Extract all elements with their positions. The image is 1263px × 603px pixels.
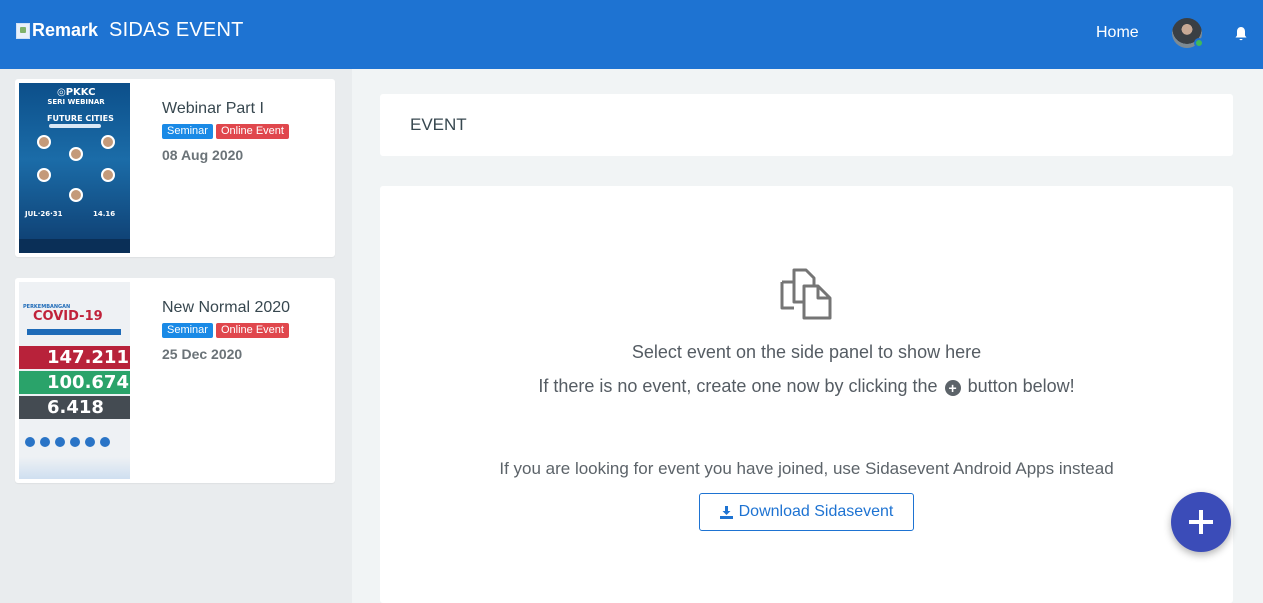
type-badge: Online Event <box>215 323 289 338</box>
empty-message-secondary: If there is no event, create one now by … <box>380 376 1233 397</box>
covid-poster: PERKEMBANGAN COVID-19 147.211 100.674 6.… <box>19 282 130 479</box>
plus-circle-icon: + <box>944 380 961 396</box>
event-badges: Seminar Online Event <box>162 323 289 338</box>
event-date: 08 Aug 2020 <box>162 147 244 163</box>
panel-title: EVENT <box>410 115 467 134</box>
event-date: 25 Dec 2020 <box>162 346 243 362</box>
broken-image-icon <box>16 22 30 39</box>
online-status-indicator <box>1194 38 1204 48</box>
download-app-label: Download Sidasevent <box>738 503 894 520</box>
top-navbar: Remark SIDAS EVENT Home <box>0 0 1263 69</box>
category-badge: Seminar <box>162 323 213 338</box>
webinar-poster: ◎PKKC SERI WEBINAR FUTURE CITIES JUL·26·… <box>19 83 130 253</box>
type-badge: Online Event <box>215 124 289 139</box>
documents-icon <box>780 268 832 320</box>
brand[interactable]: Remark SIDAS EVENT <box>16 19 244 42</box>
bell-icon[interactable] <box>1234 26 1248 42</box>
event-card[interactable]: PERKEMBANGAN COVID-19 147.211 100.674 6.… <box>15 278 335 483</box>
event-title[interactable]: Webinar Part I <box>162 100 264 118</box>
category-badge: Seminar <box>162 124 213 139</box>
download-app-button[interactable]: Download Sidasevent <box>699 493 914 531</box>
event-title[interactable]: New Normal 2020 <box>162 299 290 317</box>
event-empty-state: Select event on the side panel to show h… <box>380 186 1233 603</box>
event-sidebar: ◎PKKC SERI WEBINAR FUTURE CITIES JUL·26·… <box>0 69 352 603</box>
empty-message-secondary-end: button below! <box>967 376 1075 396</box>
event-panel-header: EVENT <box>380 94 1233 156</box>
android-app-hint: If you are looking for event you have jo… <box>499 459 1114 478</box>
download-icon <box>719 505 733 519</box>
brand-logo[interactable]: Remark <box>16 20 98 41</box>
nav-home-link[interactable]: Home <box>1096 24 1139 42</box>
event-thumbnail-webinar[interactable]: ◎PKKC SERI WEBINAR FUTURE CITIES JUL·26·… <box>19 83 130 253</box>
event-badges: Seminar Online Event <box>162 124 289 139</box>
empty-message-secondary-start: If there is no event, create one now by … <box>538 376 938 396</box>
event-thumbnail-covid[interactable]: PERKEMBANGAN COVID-19 147.211 100.674 6.… <box>19 282 130 479</box>
empty-message-primary: Select event on the side panel to show h… <box>631 342 982 362</box>
app-title[interactable]: SIDAS EVENT <box>109 19 243 42</box>
create-event-fab[interactable] <box>1171 492 1231 552</box>
main-content: EVENT Select event on the side panel to … <box>352 69 1263 603</box>
event-card[interactable]: ◎PKKC SERI WEBINAR FUTURE CITIES JUL·26·… <box>15 79 335 257</box>
plus-icon <box>1189 510 1213 534</box>
brand-logo-alt-text: Remark <box>32 20 99 40</box>
